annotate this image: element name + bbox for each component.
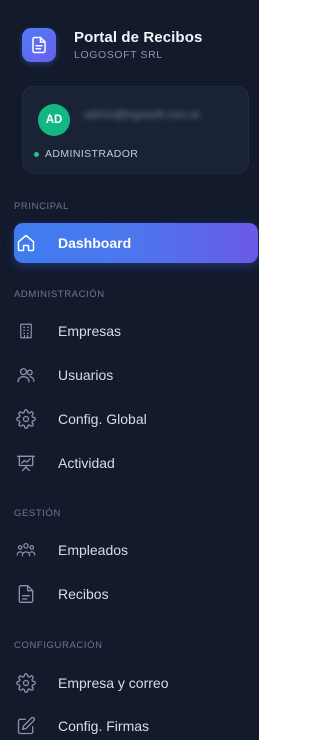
section-label-administracion: ADMINISTRACIÓN: [14, 289, 105, 300]
nav-label-empleados: Empleados: [58, 542, 129, 558]
building-icon: [16, 321, 36, 341]
document-icon: [22, 28, 56, 62]
gear-icon: [16, 673, 36, 693]
nav-item-config-global[interactable]: Config. Global: [14, 399, 258, 439]
avatar: AD: [38, 104, 70, 136]
nav-label-empresas: Empresas: [58, 323, 122, 339]
nav-label-actividad: Actividad: [58, 455, 115, 471]
nav-item-empresa-correo[interactable]: Empresa y correo: [14, 663, 258, 703]
app-title: Portal de Recibos: [74, 28, 203, 46]
status-dot-icon: [34, 151, 39, 157]
nav-label-recibos: Recibos: [58, 586, 109, 602]
section-label-gestion: GESTIÓN: [14, 508, 61, 519]
section-label-principal: PRINCIPAL: [14, 201, 69, 212]
edit-icon: [16, 716, 36, 736]
nav-label-config-global: Config. Global: [58, 411, 147, 427]
file-icon: [16, 584, 36, 604]
nav-label-usuarios: Usuarios: [58, 367, 114, 383]
nav-item-empresas[interactable]: Empresas: [14, 311, 258, 351]
nav-item-config-firmas[interactable]: Config. Firmas: [14, 706, 258, 740]
gear-icon: [16, 409, 36, 429]
nav-item-empleados[interactable]: Empleados: [14, 530, 258, 570]
section-label-configuracion: CONFIGURACIÓN: [14, 640, 103, 651]
role-label: ADMINISTRADOR: [45, 148, 139, 160]
nav-item-recibos[interactable]: Recibos: [14, 574, 258, 614]
nav-item-usuarios[interactable]: Usuarios: [14, 355, 258, 395]
company-name: LOGOSOFT SRL: [74, 48, 163, 61]
user-role: ADMINISTRADOR: [34, 148, 138, 160]
sidebar: Portal de Recibos LOGOSOFT SRL AD admin@…: [0, 0, 259, 740]
home-icon: [16, 233, 36, 253]
nav-label-empresa-correo: Empresa y correo: [58, 675, 169, 691]
nav-label-dashboard: Dashboard: [58, 235, 132, 251]
nav-label-config-firmas: Config. Firmas: [58, 718, 150, 734]
user-email: admin@logosoft.com.ar: [84, 109, 201, 121]
team-icon: [16, 540, 36, 560]
nav-item-actividad[interactable]: Actividad: [14, 443, 258, 483]
presentation-icon: [16, 453, 36, 473]
nav-item-dashboard[interactable]: Dashboard: [14, 223, 258, 263]
user-card[interactable]: AD admin@logosoft.com.ar ADMINISTRADOR: [22, 86, 249, 174]
brand-text: Portal de Recibos LOGOSOFT SRL: [74, 29, 202, 62]
brand-header[interactable]: Portal de Recibos LOGOSOFT SRL: [22, 28, 202, 62]
users-icon: [16, 365, 36, 385]
